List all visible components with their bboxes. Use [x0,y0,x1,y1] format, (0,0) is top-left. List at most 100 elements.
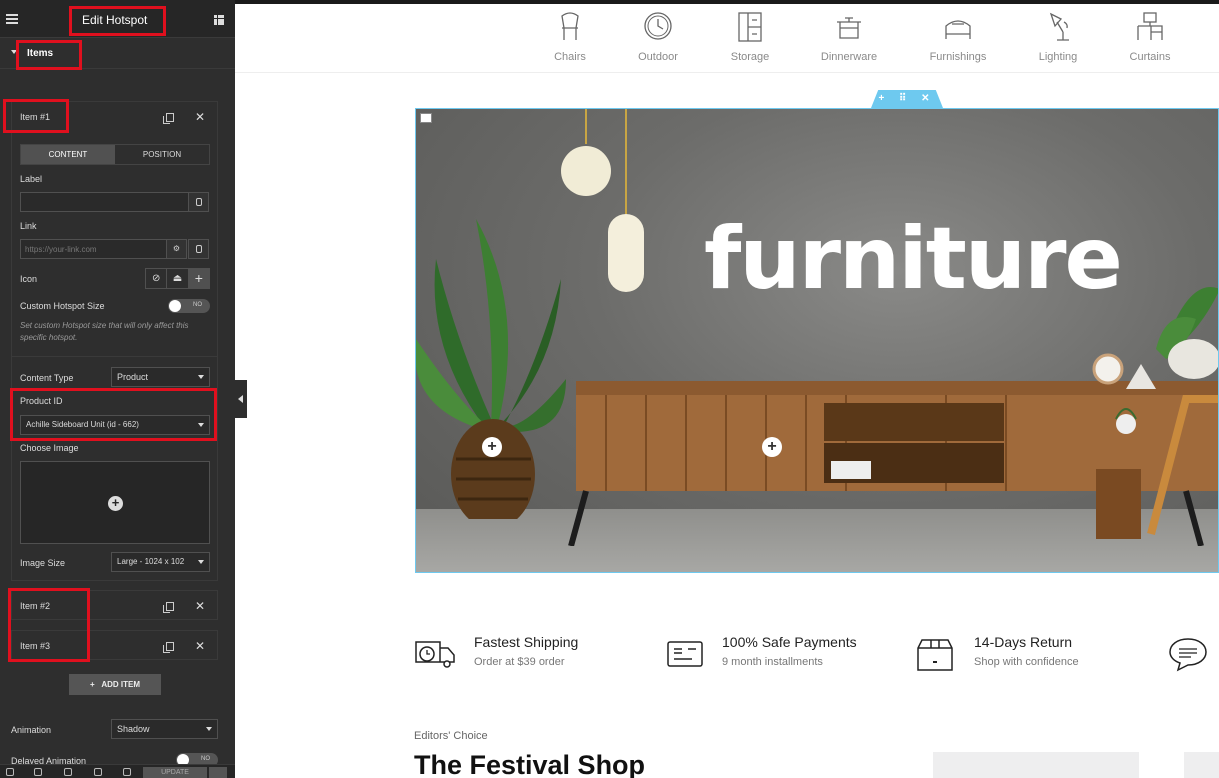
add-item-label: ADD ITEM [101,680,140,689]
repeater-item-1[interactable]: Item #1 ✕ [11,101,218,131]
repeater-item-label: Item #2 [20,601,51,611]
repeater-item-2[interactable]: Item #2 ✕ [11,590,218,620]
custom-size-toggle[interactable]: NO [168,299,210,313]
tab-content[interactable]: CONTENT [21,145,115,164]
update-button[interactable]: UPDATE [143,767,207,778]
hotspot-marker[interactable]: + [762,437,782,457]
choose-image-label: Choose Image [20,443,79,453]
feature-title: 14-Days Return [974,634,1073,650]
add-image-icon[interactable]: + [108,496,123,511]
menu-icon[interactable] [6,14,18,24]
feature-returns: 14-Days Return Shop with confidence [914,632,1114,672]
history-icon[interactable] [64,768,72,776]
link-dynamic-button[interactable] [188,239,209,259]
product-card-placeholder [1184,752,1219,778]
category-dinnerware[interactable]: Dinnerware [804,4,894,72]
category-label: Furnishings [929,51,987,63]
upload-icon-button[interactable]: ⏏ [167,269,189,288]
card-icon [667,641,703,667]
truck-icon [415,641,455,668]
icon-field-label: Icon [20,274,38,284]
editor-panel: Edit Hotspot Items Item #1 ✕ CONTENT POS… [0,0,235,778]
hotspot-marker[interactable]: + [482,437,502,457]
feature-title: Fastest Shipping [474,634,579,650]
category-lighting[interactable]: Lighting [1013,4,1103,72]
image-dropzone[interactable]: + [20,461,210,544]
preview-icon[interactable] [123,768,131,776]
database-icon [195,244,202,253]
category-storage[interactable]: Storage [705,4,795,72]
category-outdoor[interactable]: Outdoor [613,4,703,72]
panel-title: Edit Hotspot [82,13,148,27]
panel-footer: UPDATE [0,764,235,778]
pendant-lamp-image [561,109,644,292]
image-size-select[interactable]: Large - 1024 x 102 [111,552,210,572]
close-icon[interactable]: ✕ [195,599,205,613]
content-type-select[interactable]: Product [111,367,210,387]
bed-icon [945,20,971,39]
navigator-icon[interactable] [34,768,42,776]
category-label: Curtains [1129,51,1171,63]
link-input[interactable]: https://your-link.com [20,239,167,259]
label-field-label: Label [20,174,43,184]
close-icon[interactable]: ✕ [195,639,205,653]
custom-size-help: Set custom Hotspot size that will only a… [20,321,189,342]
update-options-button[interactable] [209,767,227,778]
category-nav: Chairs Outdoor Storage Dinnerware Furnis… [235,4,1219,73]
section-title: The Festival Shop [414,750,646,778]
divider [11,356,218,357]
feature-payments: 100% Safe Payments 9 month installments [662,632,872,672]
icon-library-button[interactable]: + [188,269,209,288]
repeater-item-label: Item #3 [20,641,51,651]
duplicate-icon[interactable] [163,602,174,613]
collapse-panel-button[interactable] [235,380,247,418]
caret-down-icon [11,50,17,54]
widgets-grid-icon[interactable] [214,15,224,25]
toggle-state: NO [201,756,210,762]
category-label: Chairs [554,51,586,63]
chat-icon [1169,638,1207,672]
tab-position[interactable]: POSITION [115,145,209,164]
animation-select[interactable]: Shadow [111,719,218,739]
duplicate-icon[interactable] [163,113,174,124]
clock-icon [644,12,672,40]
hero-image[interactable]: furniture + + [415,108,1219,573]
category-chairs[interactable]: Chairs [525,4,615,72]
settings-icon[interactable] [6,768,14,776]
section-eyebrow: Editors' Choice [414,730,488,742]
repeater-item-3[interactable]: Item #3 ✕ [11,630,218,660]
feature-subtitle: 9 month installments [722,656,823,668]
category-furnishings[interactable]: Furnishings [913,4,1003,72]
box-icon [917,639,953,671]
dynamic-tags-button[interactable] [188,192,209,212]
category-label: Storage [730,51,770,63]
chair-icon [561,12,579,40]
responsive-icon[interactable] [94,768,102,776]
category-curtains[interactable]: Curtains [1105,4,1195,72]
custom-size-label: Custom Hotspot Size [20,301,105,311]
feature-title: 100% Safe Payments [722,634,857,650]
column-handle-icon[interactable] [420,113,432,123]
category-label: Dinnerware [820,51,878,63]
label-input[interactable] [20,192,189,212]
feature-support [1168,632,1219,672]
items-section-toggle[interactable]: Items [0,39,235,69]
panel-header: Edit Hotspot [0,0,235,38]
link-field-label: Link [20,221,37,231]
add-item-button[interactable]: + ADD ITEM [69,674,161,695]
section-handle[interactable]: + ⠿ ✕ [871,90,943,108]
hero-title: furniture [704,209,1123,309]
feature-subtitle: Shop with confidence [974,656,1079,668]
pot-icon [837,17,861,39]
duplicate-icon[interactable] [163,642,174,653]
feature-shipping: Fastest Shipping Order at $39 order [414,632,614,672]
animation-label: Animation [11,725,52,735]
toggle-state: NO [193,302,202,308]
category-label: Lighting [1038,51,1078,63]
close-icon[interactable]: ✕ [195,110,205,124]
no-icon-button[interactable]: ⊘ [146,269,168,288]
category-label: Outdoor [638,51,678,63]
repeater-item-label: Item #1 [20,112,51,122]
link-options-button[interactable]: ⚙ [166,239,187,259]
product-id-select[interactable]: Achille Sideboard Unit (id - 662) [20,415,210,435]
